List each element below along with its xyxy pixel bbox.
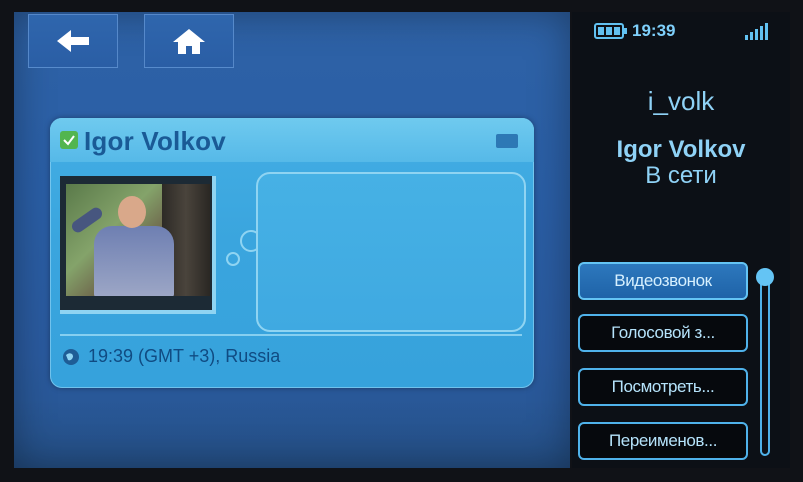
scrollbar-thumb[interactable] — [756, 268, 774, 286]
contact-card: Igor Volkov 19:39 (GMT +3), Russia — [50, 118, 534, 388]
panel-contact-name: Igor Volkov — [616, 136, 746, 163]
video-camera-icon[interactable] — [496, 134, 518, 148]
battery-icon — [594, 23, 627, 39]
home-button[interactable] — [144, 14, 234, 68]
globe-icon — [63, 348, 79, 365]
online-check-icon — [60, 131, 78, 149]
back-button[interactable] — [28, 14, 118, 68]
signal-bars-icon — [745, 23, 768, 40]
card-divider — [60, 334, 522, 336]
bottom-band — [14, 398, 570, 468]
arrow-left-icon — [57, 30, 89, 52]
home-icon — [173, 29, 205, 54]
main-content: Igor Volkov 19:39 (GMT +3), Russia — [14, 12, 570, 468]
contact-name: Igor Volkov — [84, 126, 226, 156]
side-panel: 19:39 i_volk Igor Volkov В сети Видеозво… — [572, 12, 790, 468]
location-text: 19:39 (GMT +3), Russia — [88, 346, 281, 366]
contact-photo-frame — [60, 176, 216, 314]
status-bar: 19:39 — [572, 12, 790, 52]
contact-photo — [66, 184, 210, 296]
thought-bubble-dot-small — [226, 252, 240, 266]
presence-status: В сети — [645, 162, 717, 189]
rename-contact-button[interactable]: Переименов... — [578, 422, 748, 460]
clock: 19:39 — [632, 21, 676, 40]
view-profile-button[interactable]: Посмотреть... — [578, 368, 748, 406]
contact-location: 19:39 (GMT +3), Russia — [62, 346, 280, 367]
voice-call-button[interactable]: Голосовой з... — [578, 314, 748, 352]
username: i_volk — [647, 86, 715, 116]
contact-card-header: Igor Volkov — [50, 118, 534, 162]
video-call-button[interactable]: Видеозвонок — [578, 262, 748, 300]
scrollbar-track[interactable] — [760, 272, 770, 456]
status-message-bubble — [256, 172, 526, 332]
device-screen: Igor Volkov 19:39 (GMT +3), Russia 19:39… — [0, 0, 803, 482]
